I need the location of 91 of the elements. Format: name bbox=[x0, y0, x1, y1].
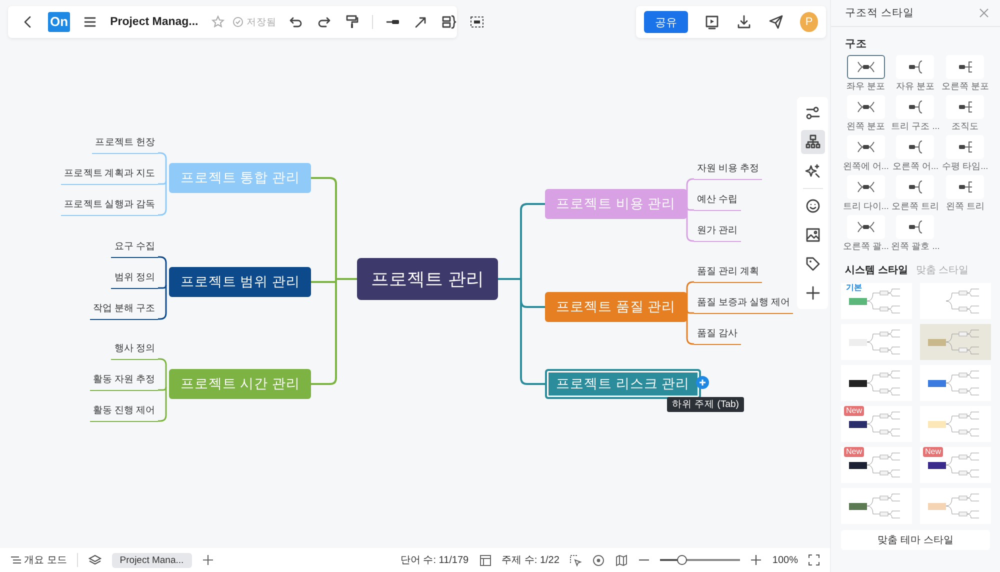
theme-thumbnail[interactable] bbox=[841, 447, 912, 483]
topic-count: 주제 수: 1/22 bbox=[502, 554, 560, 567]
structure-label: 자유 분포 bbox=[896, 80, 935, 93]
download-icon[interactable] bbox=[736, 14, 752, 30]
play-icon[interactable] bbox=[704, 14, 720, 30]
custom-theme-button[interactable]: 맞춤 테마 스타일 bbox=[841, 530, 990, 550]
new-badge: New bbox=[923, 447, 944, 457]
org-chart-icon bbox=[804, 134, 820, 150]
structure-label: 조직도 bbox=[952, 120, 979, 133]
zoom-level: 100% bbox=[772, 554, 798, 566]
sparkle-icon bbox=[804, 163, 820, 179]
subtopic-node[interactable]: 품질 관리 계획 bbox=[694, 262, 762, 283]
settings-icon bbox=[804, 105, 820, 121]
structure-option[interactable] bbox=[846, 55, 885, 79]
zoom-in-icon[interactable] bbox=[750, 554, 762, 566]
subtopic-node[interactable]: 품질 보증과 실행 제어 bbox=[694, 293, 794, 314]
app-logo[interactable]: On bbox=[48, 12, 70, 32]
paint-roller-icon[interactable] bbox=[344, 14, 360, 30]
style-tab[interactable]: 시스템 스타일 bbox=[845, 263, 908, 277]
topic-node[interactable]: 프로젝트 범위 관리 bbox=[169, 267, 311, 297]
structure-label: 왼쪽에 어... bbox=[842, 160, 889, 173]
structure-label: 수평 타임... bbox=[942, 160, 988, 173]
theme-thumbnail[interactable] bbox=[841, 283, 912, 319]
subtopic-node[interactable]: 원가 관리 bbox=[694, 221, 741, 242]
add-icon bbox=[804, 285, 820, 301]
topic-node[interactable]: 프로젝트 리스크 관리 bbox=[545, 369, 701, 399]
theme-thumbnail[interactable] bbox=[920, 447, 991, 483]
outline-mode-button[interactable]: 개요 모드 bbox=[10, 553, 67, 567]
frame-icon[interactable] bbox=[469, 14, 486, 30]
section-heading: 구조 bbox=[845, 37, 868, 51]
page-tab[interactable]: Project Mana... bbox=[112, 552, 192, 568]
structure-label: 왼쪽 분포 bbox=[846, 120, 886, 133]
save-status: 저장됨 bbox=[246, 16, 276, 28]
smiley-icon bbox=[804, 198, 820, 214]
theme-thumbnail[interactable] bbox=[841, 406, 912, 442]
subtopic-node[interactable]: 프로젝트 실행과 감독 bbox=[61, 195, 158, 216]
new-badge: New bbox=[844, 447, 864, 457]
summary-icon[interactable] bbox=[441, 14, 458, 30]
theme-label: 기본 bbox=[845, 283, 863, 293]
theme-thumbnail[interactable] bbox=[841, 365, 912, 401]
theme-thumbnail[interactable] bbox=[841, 324, 912, 360]
add-page-icon[interactable] bbox=[202, 554, 214, 566]
subtopic-node[interactable]: 프로젝트 계획과 지도 bbox=[61, 164, 158, 185]
target-icon[interactable] bbox=[592, 554, 606, 566]
subtopic-node[interactable]: 활동 자원 추정 bbox=[90, 370, 158, 391]
tooltip: 하위 주제 (Tab) bbox=[667, 397, 744, 412]
image-icon bbox=[804, 227, 820, 243]
theme-thumbnail[interactable] bbox=[920, 365, 991, 401]
document-title[interactable]: Project Manag... bbox=[110, 16, 198, 28]
structure-label: 좌우 분포 bbox=[846, 80, 886, 93]
theme-thumbnail[interactable] bbox=[920, 406, 991, 442]
map-icon[interactable] bbox=[615, 554, 628, 566]
send-icon[interactable] bbox=[768, 14, 784, 30]
structure-label: 오른쪽 분포 bbox=[941, 80, 989, 93]
new-badge: New bbox=[844, 406, 864, 416]
subtopic-node[interactable]: 예산 수립 bbox=[694, 190, 741, 211]
word-count: 단어 수: 11/179 bbox=[400, 554, 469, 567]
structure-label: 오른쪽 괄... bbox=[842, 240, 889, 253]
subtopic-node[interactable]: 활동 진행 제어 bbox=[90, 401, 158, 422]
subtopic-node[interactable]: 작업 분해 구조 bbox=[90, 299, 158, 320]
tag-icon bbox=[804, 256, 820, 272]
subtopic-node[interactable]: 범위 정의 bbox=[111, 268, 158, 289]
subtopic-node[interactable]: 품질 감사 bbox=[694, 324, 741, 345]
subtopic-node[interactable]: 행사 정의 bbox=[111, 339, 158, 360]
add-subtopic-button[interactable] bbox=[696, 376, 709, 389]
structure-label: 오른쪽 트리 bbox=[892, 200, 940, 213]
outline-icon bbox=[10, 554, 22, 566]
structure-label: 왼쪽 괄호 ... bbox=[891, 240, 940, 253]
fullscreen-icon[interactable] bbox=[808, 554, 820, 566]
structure-label: 오른쪽 어... bbox=[892, 160, 938, 173]
structure-label: 트리 구조 ... bbox=[891, 120, 940, 133]
subtopic-node[interactable]: 프로젝트 헌장 bbox=[92, 133, 158, 154]
theme-thumbnail[interactable] bbox=[920, 488, 991, 524]
panel-title: 구조적 스타일 bbox=[845, 6, 914, 20]
tool-button[interactable] bbox=[800, 130, 824, 154]
theme-thumbnail[interactable] bbox=[920, 324, 991, 360]
star-icon[interactable] bbox=[210, 14, 226, 30]
close-icon[interactable] bbox=[978, 7, 990, 19]
share-button[interactable]: 공유 bbox=[644, 11, 688, 33]
theme-thumbnail[interactable] bbox=[920, 283, 991, 319]
check-circle-icon bbox=[232, 16, 244, 28]
slider-thumb[interactable] bbox=[677, 555, 688, 565]
layers-icon[interactable] bbox=[88, 554, 102, 566]
subtopic-node[interactable]: 요구 수집 bbox=[111, 237, 158, 258]
table-icon[interactable] bbox=[478, 554, 492, 566]
central-topic[interactable]: 프로젝트 관리 bbox=[357, 258, 498, 300]
subtopic-node[interactable]: 자원 비용 추정 bbox=[694, 159, 762, 180]
structure-label: 트리 다이... bbox=[842, 200, 889, 213]
select-icon[interactable] bbox=[569, 554, 582, 566]
structure-label: 왼쪽 트리 bbox=[946, 200, 984, 213]
theme-thumbnail[interactable] bbox=[841, 488, 912, 524]
